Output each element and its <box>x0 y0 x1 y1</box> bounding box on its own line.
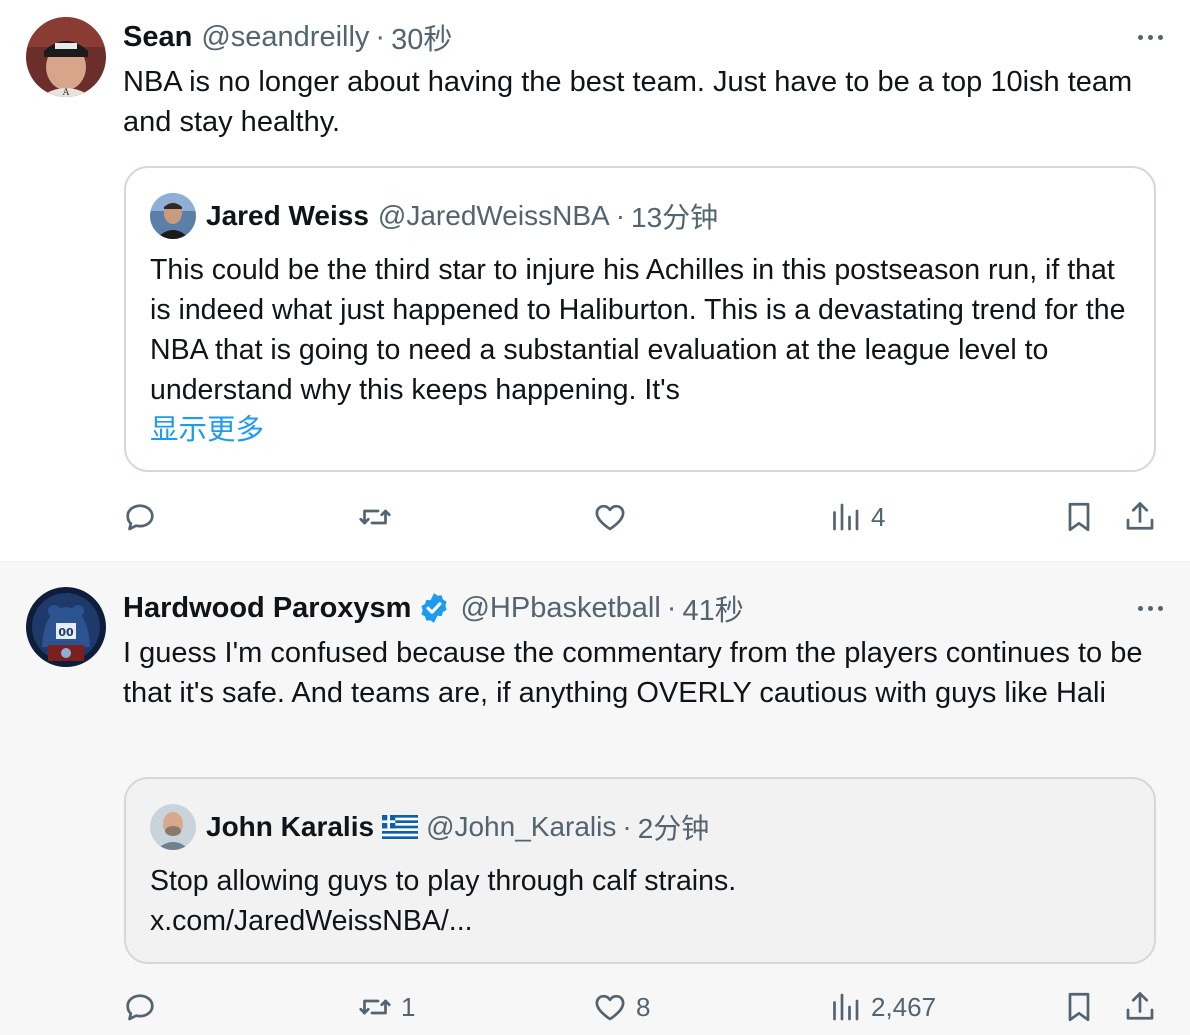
retweet-icon <box>359 509 391 525</box>
quote-text: This could be the third star to injure h… <box>150 254 1126 406</box>
bookmark-button[interactable] <box>1061 497 1097 537</box>
quote-link[interactable]: x.com/JaredWeissNBA/... <box>150 901 473 941</box>
like-button[interactable] <box>592 497 628 537</box>
author-avatar[interactable]: A <box>26 17 106 97</box>
share-button[interactable] <box>1122 987 1158 1027</box>
tweet-header: Sean @seandreilly · 30秒 <box>123 17 452 57</box>
show-more-link[interactable]: 显示更多 <box>150 410 264 450</box>
quoted-tweet[interactable]: Jared Weiss @JaredWeissNBA · 13分钟 This c… <box>124 166 1156 472</box>
quote-author-handle[interactable]: @JaredWeissNBA <box>378 200 610 232</box>
views-icon <box>833 993 859 1021</box>
verified-badge-icon <box>421 593 448 623</box>
heart-icon <box>595 504 625 531</box>
separator: · <box>615 200 626 231</box>
share-icon <box>1126 992 1154 1020</box>
author-handle[interactable]: @seandreilly <box>201 21 369 54</box>
heart-icon <box>595 994 625 1021</box>
tweet-text: I guess I'm confused because the comment… <box>123 637 1143 709</box>
timestamp[interactable]: 30秒 <box>391 16 452 58</box>
share-icon <box>1126 502 1154 530</box>
tweet[interactable]: A Sean @seandreilly · 30秒 NBA is no long… <box>0 0 1190 561</box>
more-options-icon[interactable] <box>1132 27 1168 47</box>
retweet-count: 1 <box>401 991 416 1022</box>
bookmark-button[interactable] <box>1061 987 1097 1027</box>
timestamp[interactable]: 41秒 <box>682 587 743 629</box>
like-count: 8 <box>636 991 651 1022</box>
separator: · <box>666 591 677 624</box>
quote-author-name[interactable]: Jared Weiss <box>206 200 369 232</box>
reply-icon <box>126 994 154 1021</box>
reply-button[interactable] <box>122 497 158 537</box>
quote-author-avatar <box>150 193 196 239</box>
separator: · <box>375 20 386 53</box>
reply-button[interactable] <box>122 987 158 1027</box>
quote-text: Stop allowing guys to play through calf … <box>150 865 737 897</box>
retweet-button[interactable]: 1 <box>357 987 415 1027</box>
share-button[interactable] <box>1122 497 1158 537</box>
views-button[interactable]: 4 <box>827 497 885 537</box>
quoted-tweet[interactable]: John Karalis @John_Karalis · 2分钟 Stop al… <box>124 777 1156 964</box>
retweet-icon <box>359 999 391 1015</box>
separator: · <box>622 811 632 842</box>
views-button[interactable]: 2,467 <box>827 987 936 1027</box>
author-name[interactable]: Sean <box>123 21 192 54</box>
reply-icon <box>126 504 154 531</box>
svg-text:A: A <box>62 88 70 97</box>
quote-timestamp[interactable]: 2分钟 <box>638 807 710 847</box>
more-options-icon[interactable] <box>1132 598 1168 618</box>
svg-text:00: 00 <box>58 626 74 639</box>
quote-author-avatar <box>150 804 196 850</box>
quote-author-handle[interactable]: @John_Karalis <box>426 811 616 843</box>
quote-author-name[interactable]: John Karalis <box>206 811 374 843</box>
views-count: 4 <box>871 501 886 532</box>
author-handle[interactable]: @HPbasketball <box>460 592 660 625</box>
quote-header: John Karalis @John_Karalis · 2分钟 <box>150 803 709 851</box>
tweet[interactable]: 00 Hardwood Paroxysm @HPbasketball · 41秒… <box>0 561 1190 1035</box>
quote-header: Jared Weiss @JaredWeissNBA · 13分钟 <box>150 192 718 240</box>
author-name[interactable]: Hardwood Paroxysm <box>123 592 411 625</box>
tweet-text: NBA is no longer about having the best t… <box>123 66 1133 138</box>
tweet-header: Hardwood Paroxysm @HPbasketball · 41秒 <box>123 588 744 628</box>
greek-flag-icon <box>382 815 419 839</box>
views-icon <box>833 503 859 531</box>
views-count: 2,467 <box>871 991 937 1022</box>
quote-timestamp[interactable]: 13分钟 <box>631 196 718 236</box>
bookmark-icon <box>1068 502 1090 532</box>
retweet-button[interactable] <box>357 497 393 537</box>
bookmark-icon <box>1068 992 1090 1022</box>
like-button[interactable]: 8 <box>592 987 650 1027</box>
author-avatar[interactable]: 00 <box>26 587 106 667</box>
